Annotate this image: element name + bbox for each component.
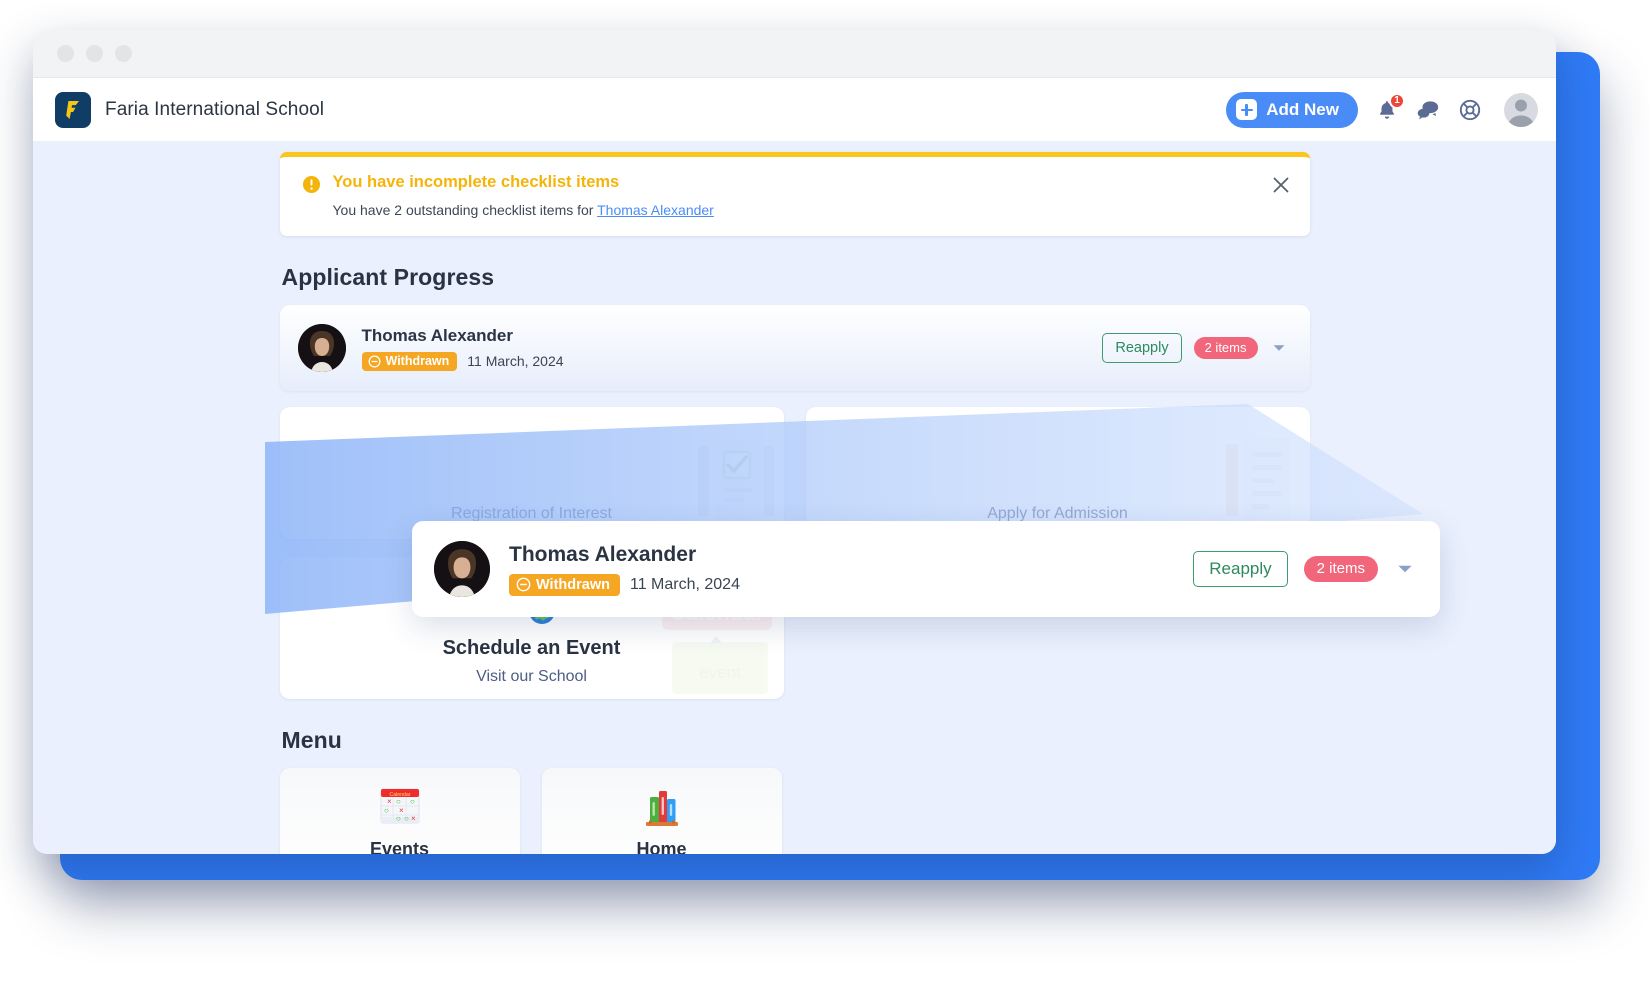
- applicant-actions: Reapply 2 items: [1102, 332, 1288, 363]
- app-header: Faria International School Add New 1: [33, 78, 1556, 142]
- plus-icon: [1236, 99, 1258, 120]
- svg-text:○: ○: [404, 814, 409, 823]
- window-titlebar: [33, 30, 1556, 78]
- magnified-applicant-info: Thomas Alexander Withdrawn 11 March, 202…: [509, 542, 740, 597]
- svg-text:×: ×: [387, 797, 392, 806]
- faria-f-logo-icon: [55, 91, 91, 128]
- applicant-name: Thomas Alexander: [361, 325, 513, 345]
- menu-item-events[interactable]: Calendar × ○ ○ ○ × ○ ○ × Events: [279, 767, 520, 854]
- content-column: You have incomplete checklist items You …: [279, 142, 1310, 854]
- applicant-meta: Withdrawn 11 March, 2024: [509, 573, 740, 597]
- minus-circle-icon: [368, 355, 380, 368]
- alert-body-text: You have 2 outstanding checklist items f…: [332, 201, 598, 218]
- page-body: You have incomplete checklist items You …: [33, 142, 1556, 854]
- bell-icon[interactable]: 1: [1376, 92, 1405, 121]
- items-badge[interactable]: 2 items: [1193, 336, 1258, 359]
- tile-registration-of-interest[interactable]: Registration of Interest: [279, 406, 784, 539]
- menu-item-label: Events: [369, 839, 430, 854]
- applicant-info: Thomas Alexander Withdrawn 11 March, 202…: [361, 325, 564, 371]
- status-badge: Withdrawn: [509, 573, 620, 597]
- document-lines-art-icon: [1218, 436, 1302, 533]
- chevron-down-icon[interactable]: [1394, 558, 1416, 580]
- svg-text:○: ○: [396, 797, 401, 806]
- reapply-button[interactable]: Reapply: [1102, 332, 1182, 363]
- status-badge-label: Withdrawn: [385, 353, 450, 368]
- menu-grid: Calendar × ○ ○ ○ × ○ ○ × Events Home: [279, 767, 1310, 854]
- user-avatar-icon[interactable]: [1504, 92, 1538, 127]
- chat-icon[interactable]: [1416, 99, 1440, 121]
- applicant-row[interactable]: Thomas Alexander Withdrawn 11 March, 202…: [279, 304, 1310, 391]
- notification-count-badge: 1: [1389, 92, 1405, 109]
- event-tile-title: Schedule an Event: [442, 636, 621, 659]
- applicant-date: 11 March, 2024: [467, 353, 564, 370]
- header-actions: Add New 1: [1226, 91, 1538, 128]
- browser-window: Faria International School Add New 1 You…: [33, 30, 1556, 854]
- applicant-name: Thomas Alexander: [509, 542, 697, 566]
- magnified-actions: Reapply 2 items: [1193, 551, 1416, 587]
- magnified-applicant-callout: Thomas Alexander Withdrawn 11 March, 202…: [412, 521, 1440, 617]
- svg-text:○: ○: [384, 806, 389, 815]
- progress-tiles: Registration of Interest Apply for Admis…: [279, 406, 1310, 539]
- window-minimize-dot[interactable]: [86, 45, 103, 62]
- add-new-button[interactable]: Add New: [1226, 91, 1358, 128]
- brand-name: Faria International School: [105, 98, 325, 120]
- status-badge: Withdrawn: [361, 352, 458, 371]
- add-new-label: Add New: [1266, 99, 1339, 119]
- alert-body: You have 2 outstanding checklist items f…: [333, 202, 714, 218]
- avatar: [434, 541, 490, 597]
- status-badge-label: Withdrawn: [536, 576, 610, 593]
- items-badge[interactable]: 2 items: [1303, 556, 1378, 582]
- window-close-dot[interactable]: [57, 45, 74, 62]
- menu-item-home[interactable]: Home: [541, 767, 782, 854]
- applicant-meta: Withdrawn 11 March, 2024: [361, 352, 564, 371]
- brand[interactable]: Faria International School: [55, 91, 325, 128]
- avatar: [297, 323, 346, 372]
- reapply-button[interactable]: Reapply: [1193, 551, 1288, 587]
- svg-text:○: ○: [396, 814, 401, 823]
- applicant-date: 11 March, 2024: [629, 576, 740, 594]
- checklist-clipboard-art-icon: [692, 436, 776, 533]
- books-shelf-icon: [639, 783, 685, 829]
- svg-text:×: ×: [411, 814, 416, 823]
- menu-item-label: Home: [636, 839, 687, 854]
- incomplete-checklist-alert: You have incomplete checklist items You …: [279, 152, 1310, 236]
- event-tile-subtitle: Visit our School: [476, 667, 587, 685]
- minus-circle-icon: [516, 577, 531, 592]
- screenshot-root: Faria International School Add New 1 You…: [0, 0, 1649, 1003]
- chevron-down-icon[interactable]: [1270, 339, 1288, 357]
- applicant-progress-title: Applicant Progress: [281, 263, 495, 290]
- menu-title: Menu: [281, 726, 342, 753]
- tile-apply-for-admission[interactable]: Apply for Admission: [805, 406, 1310, 539]
- svg-text:○: ○: [410, 797, 415, 806]
- alert-applicant-link[interactable]: Thomas Alexander: [597, 202, 714, 218]
- alert-title: You have incomplete checklist items: [332, 173, 620, 191]
- window-maximize-dot[interactable]: [115, 45, 132, 62]
- exclamation-circle-icon: [302, 175, 321, 218]
- lifebuoy-help-icon[interactable]: [1458, 98, 1482, 122]
- close-icon[interactable]: [1270, 174, 1292, 196]
- calendar-xo-icon: Calendar × ○ ○ ○ × ○ ○ ×: [377, 783, 423, 829]
